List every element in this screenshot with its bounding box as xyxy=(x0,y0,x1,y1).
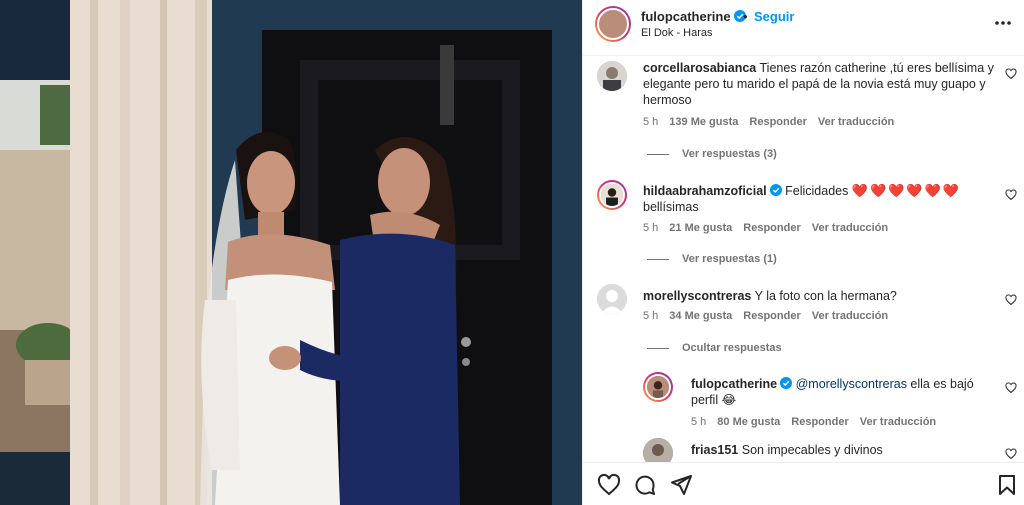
post-header: fulopcatherine • Seguir El Dok - Haras xyxy=(583,0,1024,56)
comment-time[interactable]: 5 h xyxy=(643,222,658,234)
post-photo[interactable] xyxy=(0,0,582,505)
mention-link[interactable]: @morellyscontreras xyxy=(796,377,907,391)
commenter-avatar-image xyxy=(643,438,673,462)
heart-emojis: ❤️❤️❤️❤️❤️❤️ xyxy=(851,183,961,198)
replies-divider xyxy=(647,153,669,155)
bookmark-icon[interactable] xyxy=(995,473,1019,497)
translate-button[interactable]: Ver traducción xyxy=(812,222,888,234)
laughing-emoji: 😂 xyxy=(721,393,737,407)
comment-body: Y la foto con la hermana? xyxy=(754,289,897,303)
reply-button[interactable]: Responder xyxy=(749,116,806,128)
reply-meta: 5 h 80 Me gusta Responder Ver traducción xyxy=(691,416,947,428)
comment-likes[interactable]: 34 Me gusta xyxy=(669,310,732,322)
reply-button[interactable]: Responder xyxy=(743,310,800,322)
header-separator: • xyxy=(743,9,748,24)
reply-likes[interactable]: 80 Me gusta xyxy=(717,416,780,428)
comment-like-icon[interactable] xyxy=(1005,448,1017,460)
comment-likes[interactable]: 139 Me gusta xyxy=(669,116,738,128)
verified-icon xyxy=(780,377,793,389)
comment-time[interactable]: 5 h xyxy=(643,116,658,128)
comment-like-icon[interactable] xyxy=(1005,294,1017,306)
commenter-username[interactable]: corcellarosabianca xyxy=(643,61,756,75)
comment-likes[interactable]: 21 Me gusta xyxy=(669,222,732,234)
commenter-username[interactable]: frias151 xyxy=(691,443,738,457)
view-replies-button[interactable]: Ver respuestas (1) xyxy=(647,253,777,265)
author-username[interactable]: fulopcatherine xyxy=(641,9,746,24)
comment-text: frias151 Son impecables y divinos xyxy=(691,442,991,458)
default-avatar-icon xyxy=(597,284,627,314)
commenter-avatar-image xyxy=(597,61,627,91)
comment-body: Felicidades xyxy=(785,184,849,198)
view-replies-label[interactable]: Ver respuestas (1) xyxy=(682,253,777,265)
reply-text: fulopcatherine @morellyscontreras ella e… xyxy=(691,376,991,408)
view-replies-button[interactable]: Ver respuestas (3) xyxy=(647,148,777,160)
comment-time[interactable]: 5 h xyxy=(643,310,658,322)
commenter-avatar-image xyxy=(599,182,625,208)
reply-time[interactable]: 5 h xyxy=(691,416,706,428)
commenter-username[interactable]: hildaabrahamzoficial xyxy=(643,184,767,198)
comment-text: corcellarosabianca Tienes razón catherin… xyxy=(643,60,999,108)
reply-author-avatar-image xyxy=(645,374,671,400)
commenter-username[interactable]: morellyscontreras xyxy=(643,289,751,303)
comment-meta: 5 h 21 Me gusta Responder Ver traducción xyxy=(643,222,899,234)
commenter-avatar[interactable] xyxy=(597,61,627,91)
reply-button[interactable]: Responder xyxy=(743,222,800,234)
post-location[interactable]: El Dok - Haras xyxy=(641,27,713,39)
reply-author-avatar[interactable] xyxy=(643,372,673,402)
wedding-photo-image xyxy=(0,0,582,505)
reply-username[interactable]: fulopcatherine xyxy=(691,377,777,391)
comment-like-icon[interactable] xyxy=(1005,68,1017,80)
more-options-icon[interactable] xyxy=(993,13,1013,33)
share-icon[interactable] xyxy=(669,473,693,497)
comment-text: morellyscontreras Y la foto con la herma… xyxy=(643,288,983,304)
replies-divider xyxy=(647,347,669,349)
comment-text: hildaabrahamzoficial Felicidades ❤️❤️❤️❤… xyxy=(643,183,983,215)
post-panel: fulopcatherine • Seguir El Dok - Haras c… xyxy=(582,0,1024,505)
comment-icon[interactable] xyxy=(633,473,657,497)
follow-button[interactable]: Seguir xyxy=(754,9,794,24)
translate-button[interactable]: Ver traducción xyxy=(818,116,894,128)
commenter-avatar[interactable] xyxy=(643,438,673,462)
reply-like-icon[interactable] xyxy=(1005,382,1017,394)
commenter-avatar[interactable] xyxy=(597,180,627,210)
hide-replies-button[interactable]: Ocultar respuestas xyxy=(647,342,782,354)
replies-divider xyxy=(647,258,669,260)
post-actions-bar xyxy=(583,462,1024,505)
author-username-text[interactable]: fulopcatherine xyxy=(641,9,731,24)
comment-body: Son impecables y divinos xyxy=(741,443,883,457)
comment-meta: 5 h 34 Me gusta Responder Ver traducción xyxy=(643,310,899,322)
translate-button[interactable]: Ver traducción xyxy=(812,310,888,322)
author-avatar[interactable] xyxy=(595,6,631,42)
commenter-avatar[interactable] xyxy=(597,284,627,314)
translate-button[interactable]: Ver traducción xyxy=(860,416,936,428)
comment-body-continued: bellísimas xyxy=(643,200,699,214)
comment-meta: 5 h 139 Me gusta Responder Ver traducción xyxy=(643,116,905,128)
view-replies-label[interactable]: Ver respuestas (3) xyxy=(682,148,777,160)
comments-list: corcellarosabianca Tienes razón catherin… xyxy=(583,56,1024,462)
comment-like-icon[interactable] xyxy=(1005,189,1017,201)
verified-icon xyxy=(769,184,782,196)
heart-icon[interactable] xyxy=(597,473,621,497)
reply-button[interactable]: Responder xyxy=(791,416,848,428)
hide-replies-label[interactable]: Ocultar respuestas xyxy=(682,342,782,354)
